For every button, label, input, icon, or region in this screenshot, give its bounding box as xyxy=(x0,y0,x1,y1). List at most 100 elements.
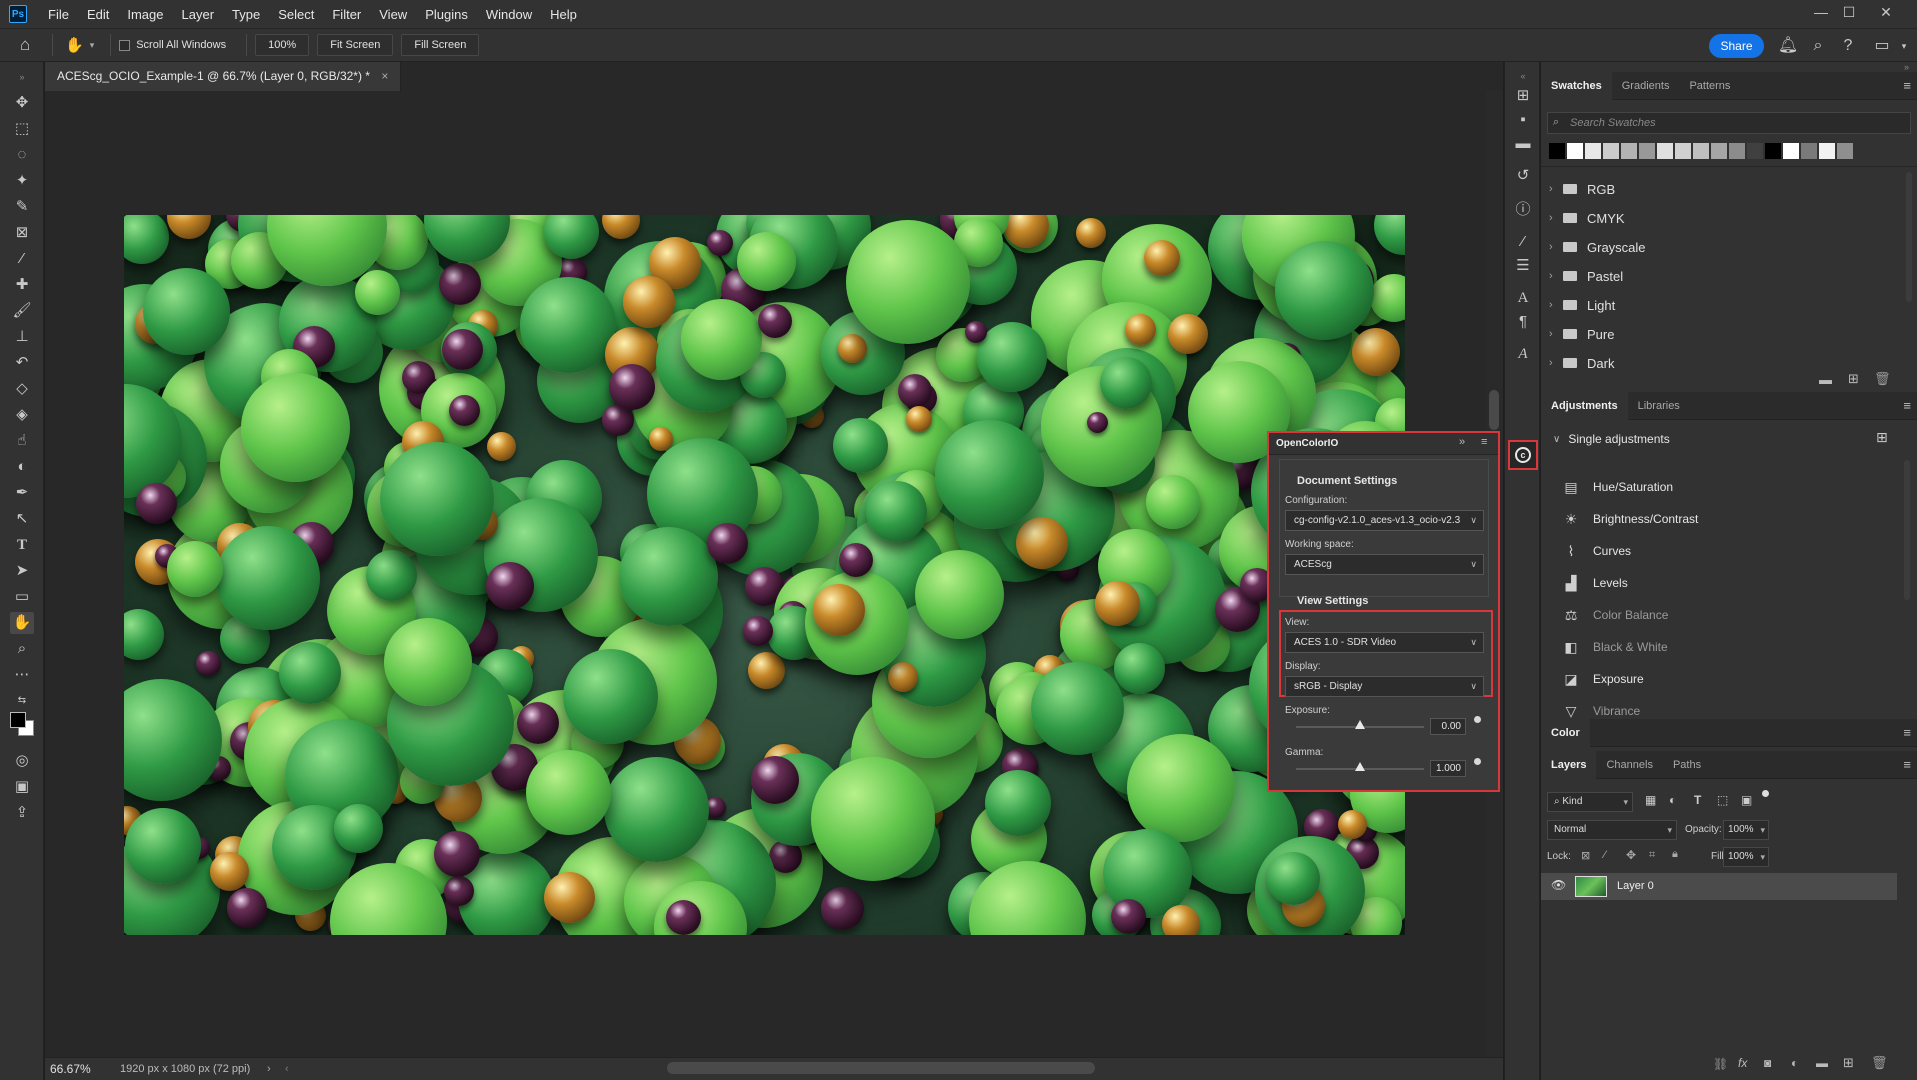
hand-tool-icon[interactable]: ✋ xyxy=(10,612,34,634)
more-tools-icon[interactable]: ⋯ xyxy=(10,664,34,686)
adjustments-scrollbar[interactable] xyxy=(1904,460,1910,600)
path-selection-tool-icon[interactable]: ↖ xyxy=(10,508,34,530)
zoom-level[interactable]: 66.67% xyxy=(50,1058,91,1080)
filter-adjustment-icon[interactable]: ◐ xyxy=(1669,793,1676,807)
lock-all-icon[interactable]: 🔒︎ xyxy=(1672,848,1678,861)
gamma-input[interactable]: 1.000 xyxy=(1430,760,1466,777)
scroll-left-icon[interactable]: ‹ xyxy=(285,1058,289,1080)
lock-position-icon[interactable]: ✥ xyxy=(1626,848,1636,862)
swatches-scrollbar[interactable] xyxy=(1906,172,1912,302)
delete-layer-icon[interactable]: 🗑︎ xyxy=(1871,1055,1888,1071)
libraries-panel-icon[interactable]: ⊞ xyxy=(1511,84,1535,108)
swatch-folder-rgb[interactable]: › RGB xyxy=(1549,176,1615,202)
swatch[interactable] xyxy=(1639,143,1655,159)
swatch-folder-light[interactable]: › Light xyxy=(1549,292,1615,318)
swap-colors-icon[interactable]: ⇆ xyxy=(10,690,34,712)
character-panel-icon[interactable]: A xyxy=(1511,286,1535,310)
lock-artboard-icon[interactable]: ⌗ xyxy=(1649,849,1655,862)
paint-bucket-tool-icon[interactable]: ◈ xyxy=(10,404,34,426)
menu-help[interactable]: Help xyxy=(541,0,586,29)
history-panel-icon[interactable]: ↺ xyxy=(1511,164,1535,188)
menu-plugins[interactable]: Plugins xyxy=(416,0,477,29)
horizontal-scroll-thumb[interactable] xyxy=(667,1062,1095,1074)
properties-panel-icon[interactable]: ☰ xyxy=(1511,254,1535,278)
collapse-panels-icon[interactable]: » xyxy=(1904,62,1909,72)
menu-image[interactable]: Image xyxy=(118,0,172,29)
menu-window[interactable]: Window xyxy=(477,0,541,29)
eyedropper-tool-icon[interactable]: ⁄ xyxy=(10,248,34,270)
exposure-slider-thumb[interactable] xyxy=(1355,720,1365,729)
clone-stamp-tool-icon[interactable]: ⊥ xyxy=(10,326,34,348)
menu-select[interactable]: Select xyxy=(269,0,323,29)
opencolorio-panel-button[interactable]: c xyxy=(1508,440,1538,470)
share-for-review-icon[interactable]: ⇪ xyxy=(10,802,34,824)
bell-icon[interactable]: 🔔︎ xyxy=(1776,34,1800,58)
close-tab-icon[interactable]: × xyxy=(381,69,388,83)
document-image[interactable] xyxy=(124,215,1405,935)
expand-toolbar-icon[interactable]: » xyxy=(10,66,34,88)
glyphs-panel-icon[interactable]: A xyxy=(1511,342,1535,366)
tab-color[interactable]: Color xyxy=(1541,718,1590,747)
menu-edit[interactable]: Edit xyxy=(78,0,118,29)
comments-panel-icon[interactable]: ▬ xyxy=(1511,132,1535,156)
rectangle-tool-icon[interactable]: ▭ xyxy=(10,586,34,608)
swatch[interactable] xyxy=(1837,143,1853,159)
swatch[interactable] xyxy=(1585,143,1601,159)
configuration-select[interactable]: cg-config-v2.1.0_aces-v1.3_ocio-v2.3 ∨ xyxy=(1285,510,1484,531)
scroll-all-windows-checkbox[interactable] xyxy=(119,39,131,51)
camera-panel-icon[interactable]: ▪ xyxy=(1511,108,1535,132)
collapse-panel-icon[interactable]: » xyxy=(1459,436,1465,448)
type-tool-icon[interactable]: T xyxy=(10,534,34,556)
swatch[interactable] xyxy=(1801,143,1817,159)
foreground-color-swatch[interactable] xyxy=(10,712,26,728)
color-panel-menu-icon[interactable]: ≡ xyxy=(1903,725,1911,740)
menu-layer[interactable]: Layer xyxy=(173,0,224,29)
hand-tool-preset-icon[interactable]: ✋ xyxy=(65,36,84,54)
screen-mode-icon[interactable]: ▣ xyxy=(10,776,34,798)
opencolorio-panel-menu-icon[interactable]: ≡ xyxy=(1481,436,1487,448)
swatch[interactable] xyxy=(1747,143,1763,159)
swatch-folder-pure[interactable]: › Pure xyxy=(1549,321,1614,347)
working-space-select[interactable]: ACEScg ∨ xyxy=(1285,554,1484,575)
fit-screen-button[interactable]: Fit Screen xyxy=(317,34,394,56)
close-window-button[interactable]: ✕ xyxy=(1871,0,1901,24)
fill-screen-button[interactable]: Fill Screen xyxy=(401,34,480,56)
exposure-reset-icon[interactable] xyxy=(1474,716,1481,723)
swatch-folder-grayscale[interactable]: › Grayscale xyxy=(1549,234,1646,260)
gamma-slider-thumb[interactable] xyxy=(1355,762,1365,771)
lock-image-pixels-icon[interactable]: ⁄ xyxy=(1604,849,1606,861)
swatches-panel-menu-icon[interactable]: ≡ xyxy=(1903,78,1911,93)
quick-selection-tool-icon[interactable]: ✎ xyxy=(10,196,34,218)
quick-mask-icon[interactable]: ◎ xyxy=(10,750,34,772)
filter-type-icon[interactable]: T xyxy=(1694,793,1701,807)
frame-tool-icon[interactable]: ⊠ xyxy=(10,222,34,244)
adjustment-levels[interactable]: ▟ Levels xyxy=(1561,568,1628,598)
brush-tool-icon[interactable]: 🖌︎ xyxy=(10,300,34,322)
layer-filter-select[interactable]: ⌕ Kind ▾ xyxy=(1547,792,1633,812)
chevron-down-icon[interactable]: ▾ xyxy=(90,40,95,51)
adjustments-panel-menu-icon[interactable]: ≡ xyxy=(1903,398,1911,413)
swatch[interactable] xyxy=(1783,143,1799,159)
adjustment-exposure[interactable]: ◪ Exposure xyxy=(1561,664,1643,694)
opacity-input[interactable]: 100% ▾ xyxy=(1723,820,1769,840)
adjustment-brightness-contrast[interactable]: ☀ Brightness/Contrast xyxy=(1561,504,1699,534)
layer-visibility-eye-icon[interactable]: 👁︎ xyxy=(1551,878,1566,892)
zoom-tool-icon[interactable]: ⌕ xyxy=(10,638,34,660)
move-tool-icon[interactable]: ✥ xyxy=(10,92,34,114)
adjustment-curves[interactable]: ⌇ Curves xyxy=(1561,536,1631,566)
info-panel-icon[interactable]: ⓘ xyxy=(1511,198,1535,222)
history-brush-tool-icon[interactable]: ↶ xyxy=(10,352,34,374)
layer-style-fx-icon[interactable]: fx xyxy=(1738,1056,1747,1070)
tab-layers[interactable]: Layers xyxy=(1541,750,1597,779)
tab-adjustments[interactable]: Adjustments xyxy=(1541,391,1628,420)
link-layers-icon[interactable]: ⛓︎ xyxy=(1713,1057,1728,1071)
new-layer-icon[interactable]: ⊞ xyxy=(1843,1055,1854,1071)
direct-selection-tool-icon[interactable]: ➤ xyxy=(10,560,34,582)
new-swatch-group-icon[interactable]: ▬ xyxy=(1819,372,1832,387)
adjustment-hue-saturation[interactable]: ▤ Hue/Saturation xyxy=(1561,472,1673,502)
help-icon[interactable]: ? xyxy=(1836,34,1860,58)
swatch[interactable] xyxy=(1819,143,1835,159)
tab-swatches[interactable]: Swatches xyxy=(1541,71,1612,100)
lasso-tool-icon[interactable]: ◌ xyxy=(10,144,34,166)
tab-gradients[interactable]: Gradients xyxy=(1612,72,1680,100)
